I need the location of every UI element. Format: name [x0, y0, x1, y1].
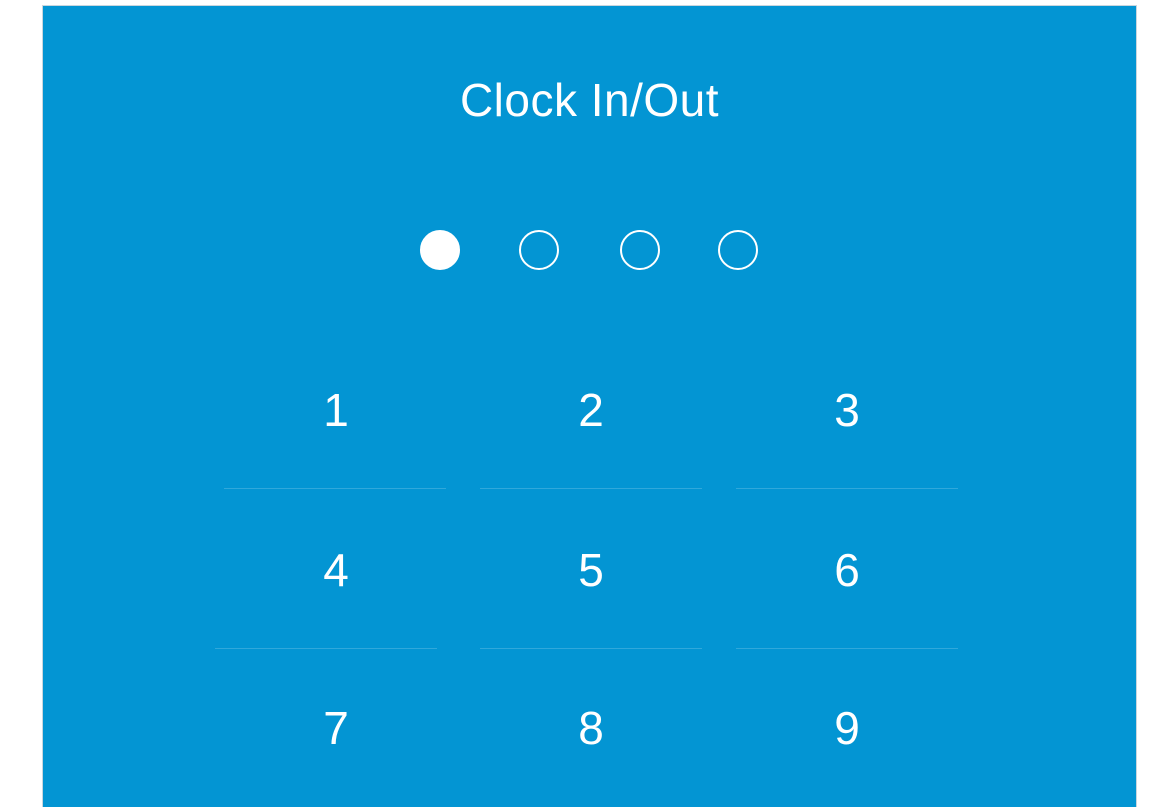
pin-dot-filled-icon [420, 230, 460, 270]
keypad-divider [736, 488, 958, 489]
keypad-key-1[interactable]: 1 [226, 331, 446, 489]
pin-dot-empty-icon [519, 230, 559, 270]
screen: Clock In/Out 1 2 3 4 5 6 7 8 9 [0, 0, 1153, 807]
number-keypad: 1 2 3 4 5 6 7 8 9 [43, 331, 1136, 807]
keypad-key-3[interactable]: 3 [737, 331, 957, 489]
pin-dot-empty-icon [718, 230, 758, 270]
pin-dot-empty-icon [620, 230, 660, 270]
keypad-divider [224, 488, 446, 489]
keypad-key-6[interactable]: 6 [737, 491, 957, 649]
keypad-key-5[interactable]: 5 [481, 491, 701, 649]
keypad-key-7[interactable]: 7 [226, 649, 446, 807]
keypad-key-8[interactable]: 8 [481, 649, 701, 807]
keypad-key-4[interactable]: 4 [226, 491, 446, 649]
clock-in-out-panel: Clock In/Out 1 2 3 4 5 6 7 8 9 [42, 5, 1137, 807]
keypad-key-2[interactable]: 2 [481, 331, 701, 489]
keypad-key-9[interactable]: 9 [737, 649, 957, 807]
page-title: Clock In/Out [459, 74, 720, 126]
keypad-divider [480, 488, 702, 489]
pin-indicator [43, 230, 1136, 272]
